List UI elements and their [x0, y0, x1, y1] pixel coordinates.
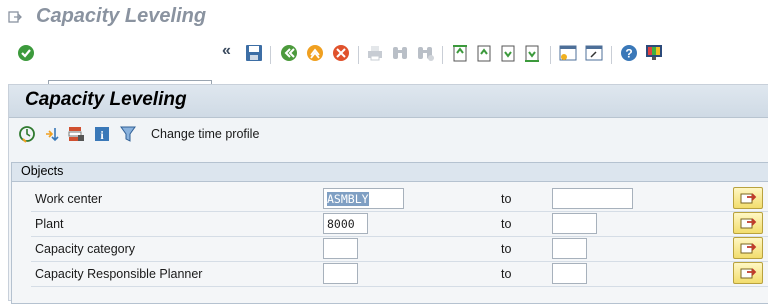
work-center-from-field[interactable]: ASMBLY [323, 188, 404, 209]
multiple-selection-icon [740, 193, 757, 204]
objects-group-header: Objects [12, 163, 768, 182]
multiple-selection-button[interactable] [733, 212, 763, 234]
multiple-selection-icon [740, 243, 757, 254]
capacity-category-from-field[interactable] [323, 238, 358, 259]
system-toolbar: « ? [0, 38, 768, 102]
selection-row-plant: Plant 8000 to [31, 212, 768, 237]
last-page-icon[interactable] [522, 43, 542, 63]
application-toolbar: i Change time profile [9, 118, 768, 150]
toolbar-separator [611, 46, 612, 64]
customize-layout-icon[interactable] [644, 43, 664, 63]
help-icon[interactable]: ? [619, 43, 639, 63]
menu-icon[interactable] [8, 10, 22, 24]
plant-from-field[interactable]: 8000 [323, 213, 368, 234]
capacity-planner-to-field[interactable] [552, 263, 587, 284]
toolbar-separator [270, 46, 271, 64]
title-bar: Capacity Leveling [0, 0, 768, 36]
info-icon[interactable]: i [93, 125, 111, 143]
enter-icon[interactable] [16, 43, 36, 63]
change-time-profile-button[interactable]: Change time profile [151, 127, 259, 141]
plant-label: Plant [35, 217, 64, 231]
screen-title: Capacity Leveling [25, 89, 187, 110]
capacity-category-to-field[interactable] [552, 238, 587, 259]
multiple-selection-icon [740, 268, 757, 279]
work-center-from-value: ASMBLY [327, 192, 369, 206]
find-icon[interactable] [390, 43, 410, 63]
work-center-to-field[interactable] [552, 188, 633, 209]
capacity-category-label: Capacity category [35, 242, 136, 256]
save-icon[interactable] [244, 43, 264, 63]
multiple-selection-icon [740, 218, 757, 229]
variant-icon[interactable] [67, 125, 85, 143]
window-title: Capacity Leveling [36, 5, 207, 27]
next-page-icon[interactable] [498, 43, 518, 63]
multiple-selection-button[interactable] [733, 187, 763, 209]
print-icon[interactable] [365, 43, 385, 63]
multiple-selection-button[interactable] [733, 237, 763, 259]
capacity-planner-label: Capacity Responsible Planner [35, 267, 203, 281]
execute-icon[interactable] [18, 125, 36, 143]
double-chevron-left-icon[interactable]: « [222, 42, 242, 62]
selection-row-capacity-category: Capacity category to [31, 237, 768, 262]
toolbar-separator [550, 46, 551, 64]
to-label: to [501, 242, 512, 256]
toolbar-separator [358, 46, 359, 64]
main-panel: Capacity Leveling i Change time profile … [8, 84, 768, 304]
find-next-icon[interactable] [415, 43, 435, 63]
back-icon[interactable] [279, 43, 299, 63]
to-label: to [501, 267, 512, 281]
objects-group: Objects Work center ASMBLY to Plant 8000… [11, 162, 768, 304]
to-label: to [501, 217, 512, 231]
generate-shortcut-icon[interactable] [584, 43, 604, 63]
selection-row-work-center: Work center ASMBLY to [31, 187, 768, 212]
exit-icon[interactable] [305, 43, 325, 63]
create-session-icon[interactable] [558, 43, 578, 63]
objects-group-title: Objects [21, 164, 64, 178]
selection-row-capacity-planner: Capacity Responsible Planner to [31, 262, 768, 287]
svg-text:?: ? [625, 47, 632, 61]
screen-header: Capacity Leveling [9, 85, 768, 118]
toolbar-separator [442, 46, 443, 64]
to-label: to [501, 192, 512, 206]
plant-to-field[interactable] [552, 213, 597, 234]
previous-page-icon[interactable] [474, 43, 494, 63]
arrows-icon[interactable] [43, 125, 61, 143]
filter-icon[interactable] [119, 125, 137, 143]
multiple-selection-button[interactable] [733, 262, 763, 284]
work-center-label: Work center [35, 192, 103, 206]
cancel-icon[interactable] [331, 43, 351, 63]
first-page-icon[interactable] [450, 43, 470, 63]
capacity-planner-from-field[interactable] [323, 263, 358, 284]
